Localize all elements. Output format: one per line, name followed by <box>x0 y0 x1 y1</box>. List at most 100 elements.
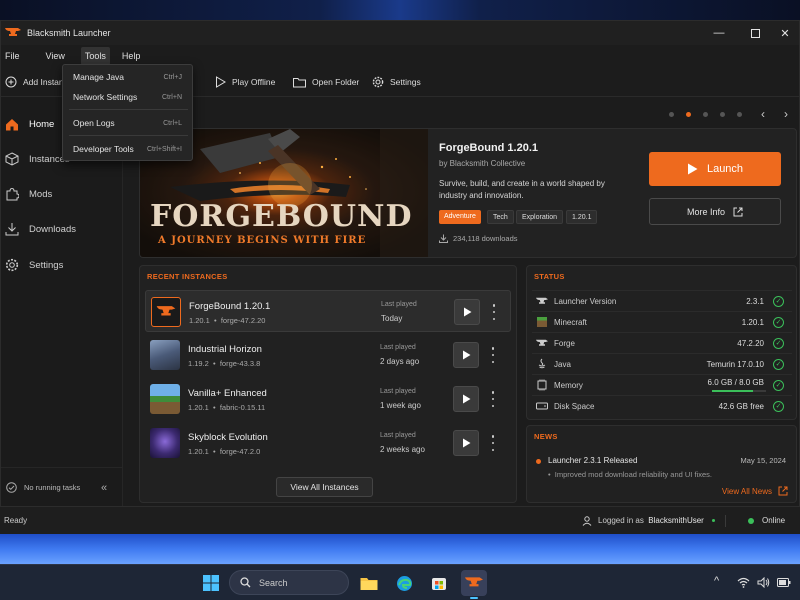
menu-item-developer-tools[interactable]: Developer Tools Ctrl+Shift+I <box>63 139 194 159</box>
menu-view[interactable]: View <box>42 47 69 65</box>
instance-more-icon[interactable] <box>489 347 497 363</box>
disk-icon <box>536 402 548 410</box>
check-circle-icon <box>6 482 17 493</box>
tag-tech[interactable]: Tech <box>487 210 514 224</box>
menu-separator <box>69 109 188 110</box>
menu-item-open-logs[interactable]: Open Logs Ctrl+L <box>63 113 194 133</box>
menu-item-manage-java[interactable]: Manage Java Ctrl+J <box>63 67 194 87</box>
play-offline-label: Play Offline <box>232 77 276 87</box>
carousel-dot-active[interactable] <box>686 112 691 117</box>
gear-icon <box>372 76 384 88</box>
view-all-news-link[interactable]: View All News <box>722 486 788 496</box>
instance-row[interactable]: Industrial Horizon 1.19.2 • forge-43.3.8… <box>145 334 511 376</box>
instance-play-button[interactable] <box>453 342 479 368</box>
news-item-date: May 15, 2024 <box>740 456 786 465</box>
online-status-icon <box>748 518 754 524</box>
external-link-icon <box>733 207 743 216</box>
memory-usage-bar <box>712 390 766 392</box>
sidebar-item-settings[interactable]: Settings <box>1 250 123 280</box>
menu-file[interactable]: File <box>1 47 24 65</box>
tag-version[interactable]: 1.20.1 <box>566 210 598 224</box>
cube-icon <box>5 152 19 166</box>
instance-play-button[interactable] <box>453 386 479 412</box>
instance-row[interactable]: ForgeBound 1.20.1 1.20.1 • forge-47.2.20… <box>145 290 511 332</box>
status-row-forge: Forge 47.2.20 ✓ <box>532 332 792 353</box>
store-button[interactable] <box>426 570 452 596</box>
battery-icon[interactable] <box>777 578 791 587</box>
view-all-instances-button[interactable]: View All Instances <box>276 477 373 497</box>
open-folder-label: Open Folder <box>312 77 360 87</box>
instance-row[interactable]: Vanilla+ Enhanced 1.20.1 • fabric-0.15.1… <box>145 378 511 420</box>
recent-instances-card: RECENT INSTANCES ForgeBound 1.20.1 1.20.… <box>139 265 517 503</box>
toolbar-settings-button[interactable]: Settings <box>372 67 421 97</box>
news-item-title[interactable]: Launcher 2.3.1 Released <box>548 456 637 465</box>
instance-more-icon[interactable] <box>490 304 498 320</box>
taskbar-search-box[interactable]: Search <box>229 570 349 595</box>
news-bullet-icon <box>536 459 541 464</box>
sidebar-footer: No running tasks « <box>1 467 123 507</box>
menu-help[interactable]: Help <box>118 47 145 65</box>
open-folder-button[interactable]: Open Folder <box>293 67 359 97</box>
instance-more-icon[interactable] <box>489 391 497 407</box>
instance-meta: 1.20.1 • fabric-0.15.11 <box>188 403 266 412</box>
last-played-value: Today <box>381 314 403 323</box>
statusbar-divider <box>725 515 726 527</box>
status-row-memory: Memory 6.0 GB / 8.0 GB ✓ <box>532 374 792 395</box>
anvil-logo-icon <box>465 577 483 587</box>
instance-name: ForgeBound 1.20.1 <box>189 301 271 312</box>
industrial-instance-icon <box>150 340 180 370</box>
window-title: Blacksmith Launcher <box>27 28 111 38</box>
skyblock-instance-icon <box>150 428 180 458</box>
news-heading: NEWS <box>534 432 558 441</box>
instance-more-icon[interactable] <box>489 435 497 451</box>
status-value: 47.2.20 <box>737 338 764 348</box>
menu-item-network-settings[interactable]: Network Settings Ctrl+N <box>63 87 194 107</box>
tag-exploration[interactable]: Exploration <box>516 210 564 224</box>
memory-icon <box>537 379 547 391</box>
carousel-dot[interactable] <box>669 112 674 117</box>
menu-tools[interactable]: Tools <box>80 47 110 65</box>
close-icon: ✕ <box>780 27 790 40</box>
add-instance-button[interactable]: Add Instan <box>5 67 64 97</box>
collapse-sidebar-icon[interactable]: « <box>101 482 107 494</box>
vanilla-instance-icon <box>150 384 180 414</box>
carousel-dot[interactable] <box>737 112 742 117</box>
status-value: Temurin 17.0.10 <box>706 359 764 369</box>
edge-icon <box>396 575 412 591</box>
instance-row[interactable]: Skyblock Evolution 1.20.1 • forge-47.2.0… <box>145 422 511 464</box>
wifi-icon[interactable] <box>737 577 750 588</box>
play-outline-icon <box>216 76 226 88</box>
carousel-dot[interactable] <box>703 112 708 117</box>
instance-play-button[interactable] <box>453 430 479 456</box>
logged-in-text: Logged in as BlacksmithUser <box>598 516 704 525</box>
file-explorer-button[interactable] <box>356 570 382 596</box>
blacksmith-launcher-taskbar-button[interactable] <box>461 570 487 599</box>
puzzle-icon <box>6 187 19 201</box>
status-value: 2.3.1 <box>746 296 764 306</box>
edge-browser-button[interactable] <box>391 570 417 596</box>
minimize-button[interactable]: — <box>701 21 737 45</box>
play-offline-button[interactable]: Play Offline <box>215 67 275 97</box>
last-played-value: 1 week ago <box>380 401 421 410</box>
status-bar: Ready Logged in as BlacksmithUser Online <box>0 506 800 534</box>
start-button[interactable] <box>198 570 224 596</box>
status-row-minecraft: Minecraft 1.20.1 ✓ <box>532 311 792 332</box>
launch-button[interactable]: Launch <box>649 152 781 186</box>
carousel-next-icon[interactable]: › <box>784 107 788 121</box>
carousel-dot[interactable] <box>720 112 725 117</box>
sidebar-item-mods[interactable]: Mods <box>1 179 123 209</box>
tag-adventure[interactable]: Adventure <box>439 210 481 224</box>
carousel-prev-icon[interactable]: ‹ <box>761 107 765 121</box>
gear-icon <box>5 258 19 272</box>
instance-meta: 1.20.1 • forge-47.2.20 <box>189 316 266 325</box>
play-icon <box>462 438 470 448</box>
more-info-button[interactable]: More Info <box>649 198 781 225</box>
close-button[interactable]: ✕ <box>767 21 800 45</box>
windows-logo-icon <box>203 575 219 591</box>
instance-play-button[interactable] <box>454 299 480 325</box>
sidebar-item-downloads[interactable]: Downloads <box>1 214 123 244</box>
tray-overflow-icon[interactable]: ^ <box>714 575 719 587</box>
volume-icon[interactable] <box>757 577 770 588</box>
check-icon: ✓ <box>773 338 784 349</box>
featured-downloads: 234,118 downloads <box>439 234 518 243</box>
